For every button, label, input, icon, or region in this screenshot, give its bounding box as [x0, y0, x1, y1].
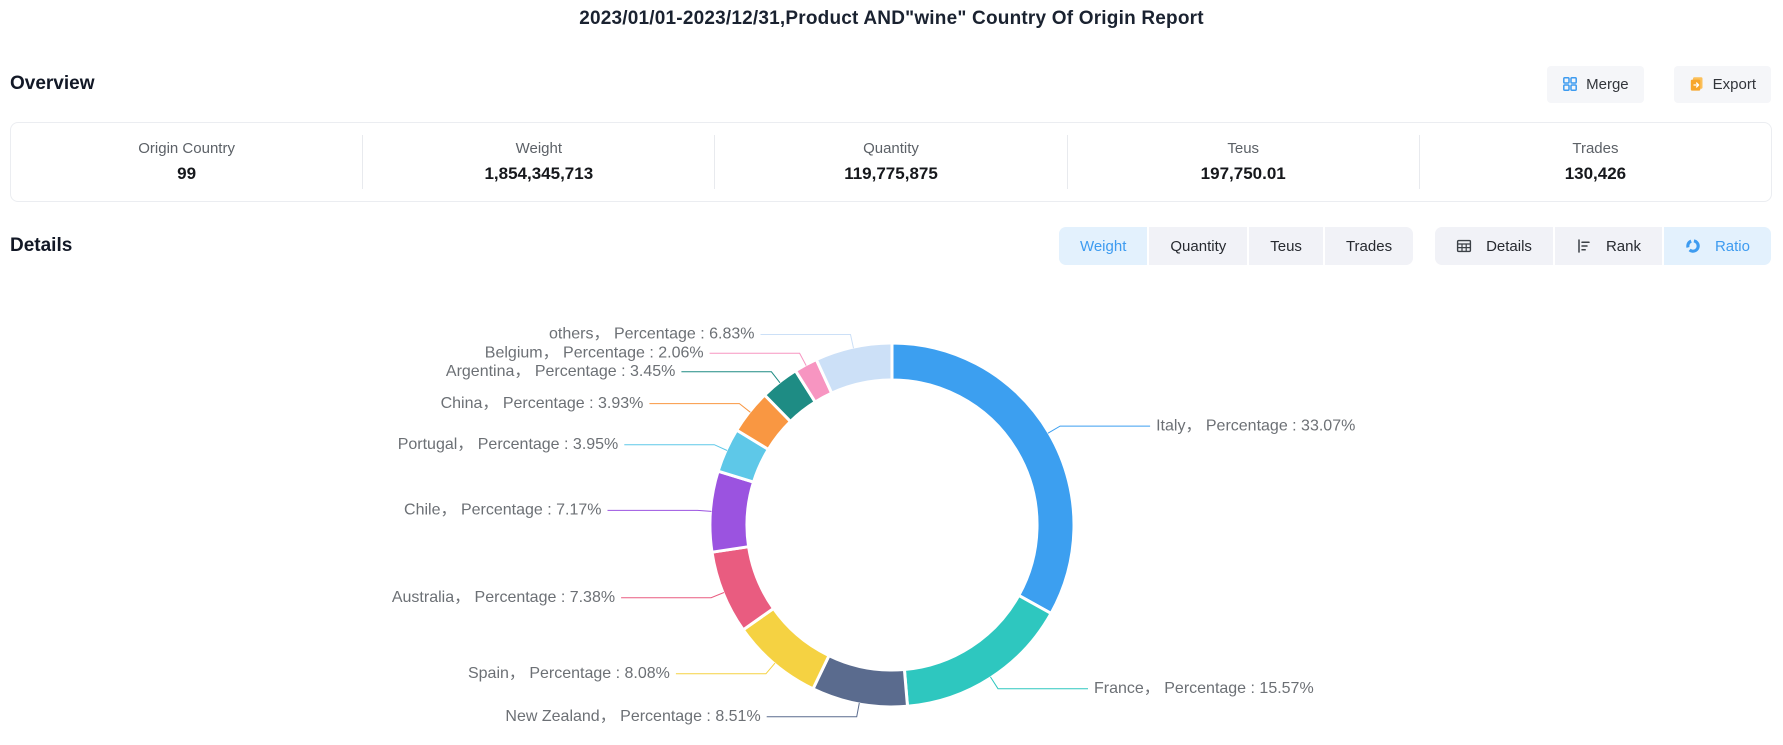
- stat-value: 130,426: [1565, 164, 1626, 184]
- pie-label-france: France， Percentage : 15.57%: [1094, 680, 1314, 697]
- export-button-label: Export: [1713, 76, 1756, 93]
- details-controls: Weight Quantity Teus Trades Details: [1059, 227, 1771, 265]
- details-heading: Details: [10, 235, 72, 257]
- pie-slice-new-zealand[interactable]: [813, 656, 908, 707]
- overview-header: Overview Merge Exp: [10, 64, 1771, 104]
- stat-quantity: Quantity 119,775,875: [715, 140, 1066, 184]
- donut-chart-icon: [1685, 238, 1708, 254]
- stat-label: Origin Country: [138, 140, 235, 157]
- view-rank-label: Rank: [1606, 238, 1641, 255]
- pie-leader-line-australia: [621, 593, 724, 598]
- view-details-label: Details: [1486, 238, 1532, 255]
- export-document-icon: [1689, 76, 1705, 92]
- pie-leader-line-spain: [676, 663, 775, 674]
- pie-label-argentina: Argentina， Percentage : 3.45%: [446, 363, 675, 380]
- stat-origin-country: Origin Country 99: [11, 140, 362, 184]
- merge-grid-icon: [1562, 76, 1578, 92]
- tab-trades[interactable]: Trades: [1325, 227, 1413, 265]
- table-icon: [1456, 238, 1479, 254]
- pie-label-spain: Spain， Percentage : 8.08%: [468, 665, 670, 682]
- stat-label: Quantity: [863, 140, 919, 157]
- export-button[interactable]: Export: [1674, 66, 1771, 103]
- pie-leader-line-new-zealand: [767, 703, 860, 717]
- pie-leader-line-belgium: [710, 353, 807, 365]
- view-ratio-button[interactable]: Ratio: [1664, 227, 1771, 265]
- pie-label-italy: Italy， Percentage : 33.07%: [1156, 417, 1355, 434]
- pie-label-new-zealand: New Zealand， Percentage : 8.51%: [505, 708, 760, 725]
- stat-trades: Trades 130,426: [1420, 140, 1771, 184]
- pie-label-chile: Chile， Percentage : 7.17%: [404, 502, 601, 519]
- pie-leader-line-others: [761, 335, 854, 349]
- merge-button-label: Merge: [1586, 76, 1629, 93]
- tab-teus[interactable]: Teus: [1249, 227, 1323, 265]
- overview-actions: Merge Export: [1547, 66, 1771, 103]
- pie-leader-line-italy: [1048, 426, 1150, 433]
- stat-label: Teus: [1227, 140, 1259, 157]
- overview-heading: Overview: [10, 73, 95, 95]
- pie-leader-line-china: [649, 404, 750, 413]
- tab-weight[interactable]: Weight: [1059, 227, 1147, 265]
- donut-chart-svg: Italy， Percentage : 33.07% France， Percen…: [0, 270, 1783, 745]
- merge-button[interactable]: Merge: [1547, 66, 1644, 103]
- pie-leader-line-argentina: [681, 372, 780, 383]
- stat-value: 99: [177, 164, 196, 184]
- rank-bars-icon: [1576, 238, 1599, 254]
- pie-leader-line-france: [990, 677, 1088, 689]
- overview-stats-card: Origin Country 99 Weight 1,854,345,713 Q…: [10, 122, 1772, 202]
- view-details-button[interactable]: Details: [1435, 227, 1553, 265]
- pie-label-belgium: Belgium， Percentage : 2.06%: [485, 345, 704, 362]
- view-switcher: Details Rank Ratio: [1435, 227, 1771, 265]
- pie-slice-italy[interactable]: [892, 343, 1074, 613]
- pie-label-australia: Australia， Percentage : 7.38%: [392, 589, 615, 606]
- stat-value: 197,750.01: [1201, 164, 1286, 184]
- details-header: Details Weight Quantity Teus Trades Deta…: [10, 226, 1771, 266]
- stat-teus: Teus 197,750.01: [1068, 140, 1419, 184]
- pie-label-others: others， Percentage : 6.83%: [549, 326, 754, 343]
- pie-slice-chile[interactable]: [710, 471, 754, 552]
- pie-label-china: China， Percentage : 3.93%: [441, 395, 644, 412]
- tab-quantity[interactable]: Quantity: [1149, 227, 1247, 265]
- stat-label: Weight: [516, 140, 562, 157]
- view-rank-button[interactable]: Rank: [1555, 227, 1662, 265]
- pie-slice-others[interactable]: [816, 343, 892, 393]
- stat-label: Trades: [1572, 140, 1618, 157]
- origin-country-donut-chart: Italy， Percentage : 33.07% France， Percen…: [0, 270, 1783, 745]
- page-title: 2023/01/01-2023/12/31,Product AND"wine" …: [0, 8, 1783, 30]
- pie-leader-line-chile: [608, 510, 712, 511]
- stat-value: 1,854,345,713: [484, 164, 593, 184]
- pie-slice-france[interactable]: [904, 595, 1051, 706]
- stat-weight: Weight 1,854,345,713: [363, 140, 714, 184]
- pie-label-portugal: Portugal， Percentage : 3.95%: [398, 436, 619, 453]
- metric-tabs: Weight Quantity Teus Trades: [1059, 227, 1413, 265]
- pie-leader-line-portugal: [624, 445, 727, 451]
- stat-value: 119,775,875: [844, 164, 938, 184]
- view-ratio-label: Ratio: [1715, 238, 1750, 255]
